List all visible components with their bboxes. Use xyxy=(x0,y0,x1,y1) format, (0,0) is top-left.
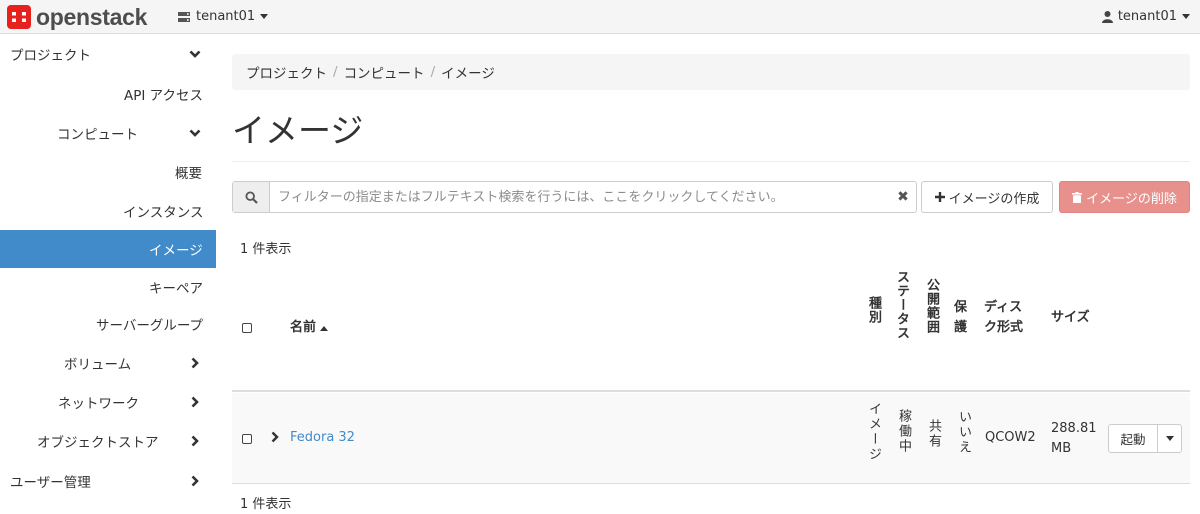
column-header-name[interactable]: 名前 xyxy=(290,319,329,337)
column-header-protected[interactable]: 保護 xyxy=(954,298,970,338)
table-header: 名前 種別 ステータス 公開範囲 保護 ディスク形式 サイズ xyxy=(232,262,1190,392)
row-actions-dropdown[interactable] xyxy=(1157,424,1182,453)
column-header-disk-format[interactable]: ディスク形式 xyxy=(984,298,1034,338)
sidebar-item-label: コンピュート xyxy=(57,127,138,143)
sidebar-item-label: ユーザー管理 xyxy=(10,475,91,491)
sidebar-item-compute[interactable]: コンピュート xyxy=(0,114,216,152)
column-header-type[interactable]: 種別 xyxy=(864,296,882,324)
sidebar-item-api-access[interactable]: API アクセス xyxy=(0,75,216,113)
column-header-size[interactable]: サイズ xyxy=(1051,309,1090,327)
launch-button[interactable]: 起動 xyxy=(1108,424,1158,453)
page-title: イメージ xyxy=(232,111,364,150)
create-image-label: イメージの作成 xyxy=(948,191,1040,207)
caret-down-icon xyxy=(260,14,269,19)
sidebar-item-user-management[interactable]: ユーザー管理 xyxy=(0,462,216,500)
breadcrumb-separator: / xyxy=(430,64,436,80)
sidebar-item-label: オブジェクトストア xyxy=(37,435,159,451)
sidebar-item-keypairs[interactable]: キーペア xyxy=(0,268,216,306)
table-row: Fedora 32 イメージ 稼働中 共有 いいえ QCOW2 288.81 M… xyxy=(232,393,1190,484)
sidebar-item-project[interactable]: プロジェクト xyxy=(0,35,216,73)
breadcrumb: プロジェクト / コンピュート / イメージ xyxy=(232,54,1190,90)
sidebar: プロジェクト API アクセス コンピュート 概要 インスタンス イメージ キー… xyxy=(0,35,216,514)
create-image-button[interactable]: イメージの作成 xyxy=(921,181,1053,213)
sidebar-item-label: インスタンス xyxy=(123,205,204,221)
sidebar-item-overview[interactable]: 概要 xyxy=(0,153,216,191)
sidebar-item-label: ネットワーク xyxy=(58,396,139,412)
sidebar-item-volumes[interactable]: ボリューム xyxy=(0,344,216,382)
cell-size: 288.81 MB xyxy=(1051,421,1097,456)
breadcrumb-item[interactable]: コンピュート xyxy=(344,62,425,82)
search-input[interactable] xyxy=(270,182,890,212)
chevron-right-icon xyxy=(191,357,199,369)
chevron-right-icon xyxy=(191,396,199,408)
breadcrumb-separator: / xyxy=(333,64,338,80)
sidebar-item-label: キーペア xyxy=(149,281,203,297)
sidebar-item-label: ボリューム xyxy=(64,357,132,373)
user-icon xyxy=(1101,10,1113,23)
user-name: tenant01 xyxy=(1117,9,1177,24)
item-count-top: 1 件表示 xyxy=(240,242,292,257)
logo-text: openstack xyxy=(36,3,148,30)
cell-visibility: 共有 xyxy=(926,419,941,449)
breadcrumb-item-current: イメージ xyxy=(441,66,495,82)
trash-icon xyxy=(1072,191,1083,203)
cell-status: 稼働中 xyxy=(896,409,911,454)
sidebar-item-label: API アクセス xyxy=(124,88,203,104)
delete-images-label: イメージの削除 xyxy=(1086,191,1177,207)
server-icon xyxy=(178,11,190,22)
sidebar-item-label: 概要 xyxy=(175,166,202,182)
sidebar-item-label: プロジェクト xyxy=(10,48,91,64)
top-navbar: openstack tenant01 tenant01 xyxy=(0,0,1200,34)
caret-down-icon xyxy=(1165,436,1174,441)
openstack-logo[interactable]: openstack xyxy=(6,4,147,30)
filter-search-group: ✖ xyxy=(232,181,917,213)
chevron-right-icon[interactable] xyxy=(270,431,280,443)
sidebar-item-object-store[interactable]: オブジェクトストア xyxy=(0,422,216,460)
delete-images-button[interactable]: イメージの削除 xyxy=(1059,181,1190,213)
chevron-right-icon xyxy=(191,435,199,447)
sidebar-item-instances[interactable]: インスタンス xyxy=(0,192,216,230)
sidebar-item-label: サーバーグループ xyxy=(96,318,204,334)
caret-down-icon xyxy=(1182,14,1190,19)
user-menu[interactable]: tenant01 xyxy=(1101,9,1190,24)
chevron-down-icon xyxy=(189,129,201,137)
plus-icon xyxy=(934,192,945,202)
search-icon xyxy=(244,190,258,204)
sidebar-item-label: イメージ xyxy=(149,243,203,259)
project-name: tenant01 xyxy=(196,9,256,24)
select-all-checkbox[interactable] xyxy=(242,323,252,333)
search-button[interactable] xyxy=(233,182,270,212)
chevron-right-icon xyxy=(191,475,199,487)
column-header-name-label: 名前 xyxy=(290,320,317,335)
chevron-down-icon xyxy=(189,50,201,58)
breadcrumb-item[interactable]: プロジェクト xyxy=(246,62,327,82)
sidebar-item-network[interactable]: ネットワーク xyxy=(0,383,216,421)
sort-ascending-icon xyxy=(320,325,329,331)
cell-type: イメージ xyxy=(866,402,881,462)
cell-protected: いいえ xyxy=(956,410,971,455)
project-selector[interactable]: tenant01 xyxy=(178,9,269,24)
sidebar-item-images[interactable]: イメージ xyxy=(0,230,216,268)
column-header-status[interactable]: ステータス xyxy=(892,270,910,340)
openstack-logo-icon xyxy=(7,5,31,29)
divider xyxy=(232,161,1190,162)
image-name-link[interactable]: Fedora 32 xyxy=(290,430,355,445)
cell-disk-format: QCOW2 xyxy=(985,430,1036,445)
row-checkbox[interactable] xyxy=(242,434,252,444)
clear-filter-icon[interactable]: ✖ xyxy=(890,182,916,212)
item-count-bottom: 1 件表示 xyxy=(240,497,292,512)
sidebar-item-server-groups[interactable]: サーバーグループ xyxy=(0,305,216,343)
column-header-visibility[interactable]: 公開範囲 xyxy=(922,278,940,334)
